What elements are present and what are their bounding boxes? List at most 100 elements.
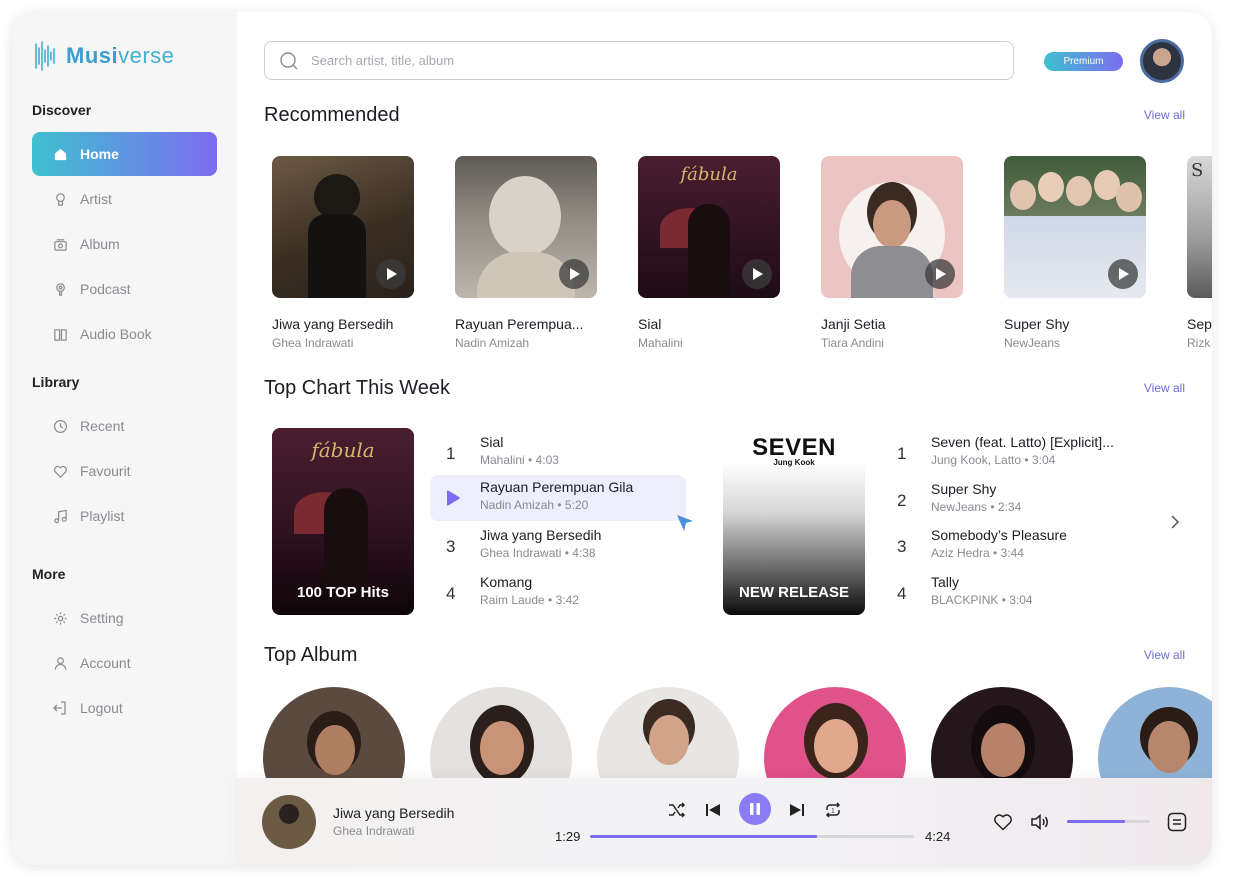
track-meta: Jung Kook, Latto • 3:04 bbox=[931, 453, 1056, 467]
track-meta: Raim Laude • 3:42 bbox=[480, 593, 579, 607]
track-title: Jiwa yang Bersedih bbox=[480, 527, 602, 543]
next-icon[interactable] bbox=[786, 800, 808, 820]
artist-icon bbox=[52, 191, 68, 207]
equalizer-logo-icon bbox=[35, 41, 55, 71]
track-rank: 4 bbox=[446, 584, 456, 603]
clock-icon bbox=[52, 418, 68, 434]
sidebar-item-label: Audio Book bbox=[80, 326, 152, 342]
search-input[interactable] bbox=[309, 52, 963, 69]
chart-track-row-playing[interactable]: Rayuan Perempuan Gila Nadin Amizah • 5:2… bbox=[430, 475, 686, 521]
shuffle-icon[interactable] bbox=[665, 800, 689, 820]
sidebar-item-account[interactable]: Account bbox=[32, 641, 217, 685]
premium-badge[interactable]: Premium bbox=[1044, 52, 1123, 71]
track-meta: Nadin Amizah • 5:20 bbox=[480, 498, 589, 512]
track-meta: Aziz Hedra • 3:44 bbox=[931, 546, 1024, 560]
track-title: Rayuan Perempuan Gila bbox=[480, 479, 634, 495]
play-icon[interactable] bbox=[1108, 259, 1138, 289]
pause-button[interactable] bbox=[739, 793, 771, 825]
gear-icon bbox=[52, 610, 68, 626]
track-rank: 2 bbox=[897, 491, 907, 510]
logout-icon bbox=[52, 700, 68, 716]
sidebar-item-artist[interactable]: Artist bbox=[32, 177, 217, 221]
search-bar[interactable] bbox=[264, 41, 1014, 80]
sidebar-item-favourit[interactable]: Favourit bbox=[32, 449, 217, 493]
recommended-card[interactable]: Janji Setia Tiara Andini bbox=[821, 156, 963, 350]
sidebar-item-audio-book[interactable]: Audio Book bbox=[32, 312, 217, 356]
chart-track-row[interactable]: 3 Somebody’s Pleasure Aziz Hedra • 3:44 bbox=[881, 523, 1181, 569]
elapsed-time: 1:29 bbox=[555, 829, 581, 844]
user-avatar[interactable] bbox=[1140, 39, 1184, 83]
sidebar-item-label: Setting bbox=[80, 610, 124, 626]
card-artist: Ghea Indrawati bbox=[272, 336, 354, 350]
queue-icon[interactable] bbox=[1166, 811, 1188, 833]
discover-label: Discover bbox=[32, 102, 92, 118]
card-title: Jiwa yang Bersedih bbox=[272, 316, 394, 332]
sidebar-item-home[interactable]: Home bbox=[32, 132, 217, 176]
card-artist: Rizk bbox=[1187, 336, 1211, 350]
chart-track-row[interactable]: 1 Seven (feat. Latto) [Explicit]... Jung… bbox=[881, 430, 1181, 476]
chevron-right-icon[interactable] bbox=[1165, 512, 1185, 532]
recommended-card[interactable]: fábula Sial Mahalini bbox=[638, 156, 780, 350]
chart-track-row[interactable]: 2 Super Shy NewJeans • 2:34 bbox=[881, 477, 1181, 523]
music-note-icon bbox=[52, 508, 68, 524]
top-chart-title: Top Chart This Week bbox=[264, 377, 451, 399]
track-meta: NewJeans • 2:34 bbox=[931, 500, 1022, 514]
recommended-card[interactable]: Rayuan Perempua... Nadin Amizah bbox=[455, 156, 597, 350]
recommended-view-all-link[interactable]: View all bbox=[1144, 108, 1185, 122]
sidebar-item-logout[interactable]: Logout bbox=[32, 686, 217, 730]
track-title: Sial bbox=[480, 434, 504, 450]
sidebar-item-setting[interactable]: Setting bbox=[32, 596, 217, 640]
chart-track-row[interactable]: 1 Sial Mahalini • 4:03 bbox=[430, 430, 686, 476]
card-title: Super Shy bbox=[1004, 316, 1070, 332]
chart-track-row[interactable]: 4 Tally BLACKPINK • 3:04 bbox=[881, 570, 1181, 616]
repeat-icon[interactable]: 1 bbox=[822, 800, 844, 820]
volume-icon[interactable] bbox=[1029, 811, 1051, 833]
logo[interactable]: Musiverse bbox=[34, 40, 174, 72]
sidebar-item-album[interactable]: Album bbox=[32, 222, 217, 266]
playlist-label: 100 TOP Hits bbox=[297, 584, 389, 601]
top-chart-view-all-link[interactable]: View all bbox=[1144, 381, 1185, 395]
sidebar-item-label: Podcast bbox=[80, 281, 131, 297]
playlist-cover-new-release[interactable]: SEVEN Jung Kook NEW RELEASE bbox=[723, 428, 865, 615]
like-heart-icon[interactable] bbox=[992, 811, 1014, 833]
playlist-label: NEW RELEASE bbox=[738, 584, 849, 601]
podcast-icon bbox=[52, 281, 68, 297]
top-album-title: Top Album bbox=[264, 644, 358, 666]
now-playing-bar: Jiwa yang Bersedih Ghea Indrawati 1 1:29… bbox=[237, 778, 1212, 865]
sidebar-item-label: Favourit bbox=[80, 463, 131, 479]
app-name: Musiverse bbox=[66, 43, 175, 68]
recommended-card[interactable]: S Sep Rizk bbox=[1187, 156, 1212, 350]
volume-slider[interactable] bbox=[1067, 820, 1150, 823]
sidebar-item-playlist[interactable]: Playlist bbox=[32, 494, 217, 538]
play-icon[interactable] bbox=[559, 259, 589, 289]
card-artist: Mahalini bbox=[638, 336, 683, 350]
sidebar-item-label: Playlist bbox=[80, 508, 125, 524]
play-icon[interactable] bbox=[925, 259, 955, 289]
app-window: Musiverse Discover Home Artist Album Pod… bbox=[12, 12, 1212, 865]
recommended-card[interactable]: Super Shy NewJeans bbox=[1004, 156, 1146, 350]
previous-icon[interactable] bbox=[702, 800, 724, 820]
card-artist: Tiara Andini bbox=[821, 336, 884, 350]
progress-bar[interactable] bbox=[590, 835, 914, 838]
card-title: Rayuan Perempua... bbox=[455, 316, 584, 332]
sidebar-item-label: Logout bbox=[80, 700, 123, 716]
total-duration: 4:24 bbox=[925, 829, 951, 844]
sidebar-item-recent[interactable]: Recent bbox=[32, 404, 217, 448]
pause-icon bbox=[750, 803, 760, 815]
track-meta: BLACKPINK • 3:04 bbox=[931, 593, 1033, 607]
sidebar-item-label: Album bbox=[80, 236, 120, 252]
recommended-card[interactable]: Jiwa yang Bersedih Ghea Indrawati bbox=[272, 156, 414, 350]
track-rank: 3 bbox=[446, 537, 456, 556]
top-album-view-all-link[interactable]: View all bbox=[1144, 648, 1185, 662]
album-art bbox=[1004, 156, 1146, 298]
play-icon[interactable] bbox=[376, 259, 406, 289]
library-label: Library bbox=[32, 374, 80, 390]
user-icon bbox=[52, 655, 68, 671]
chart-track-row[interactable]: 4 Komang Raim Laude • 3:42 bbox=[430, 570, 686, 616]
now-playing-art[interactable] bbox=[262, 795, 316, 849]
sidebar-item-podcast[interactable]: Podcast bbox=[32, 267, 217, 311]
album-art bbox=[272, 156, 414, 298]
play-icon[interactable] bbox=[742, 259, 772, 289]
playlist-cover-100-top-hits[interactable]: fábula 100 TOP Hits bbox=[272, 428, 414, 615]
chart-track-row[interactable]: 3 Jiwa yang Bersedih Ghea Indrawati • 4:… bbox=[430, 523, 686, 569]
